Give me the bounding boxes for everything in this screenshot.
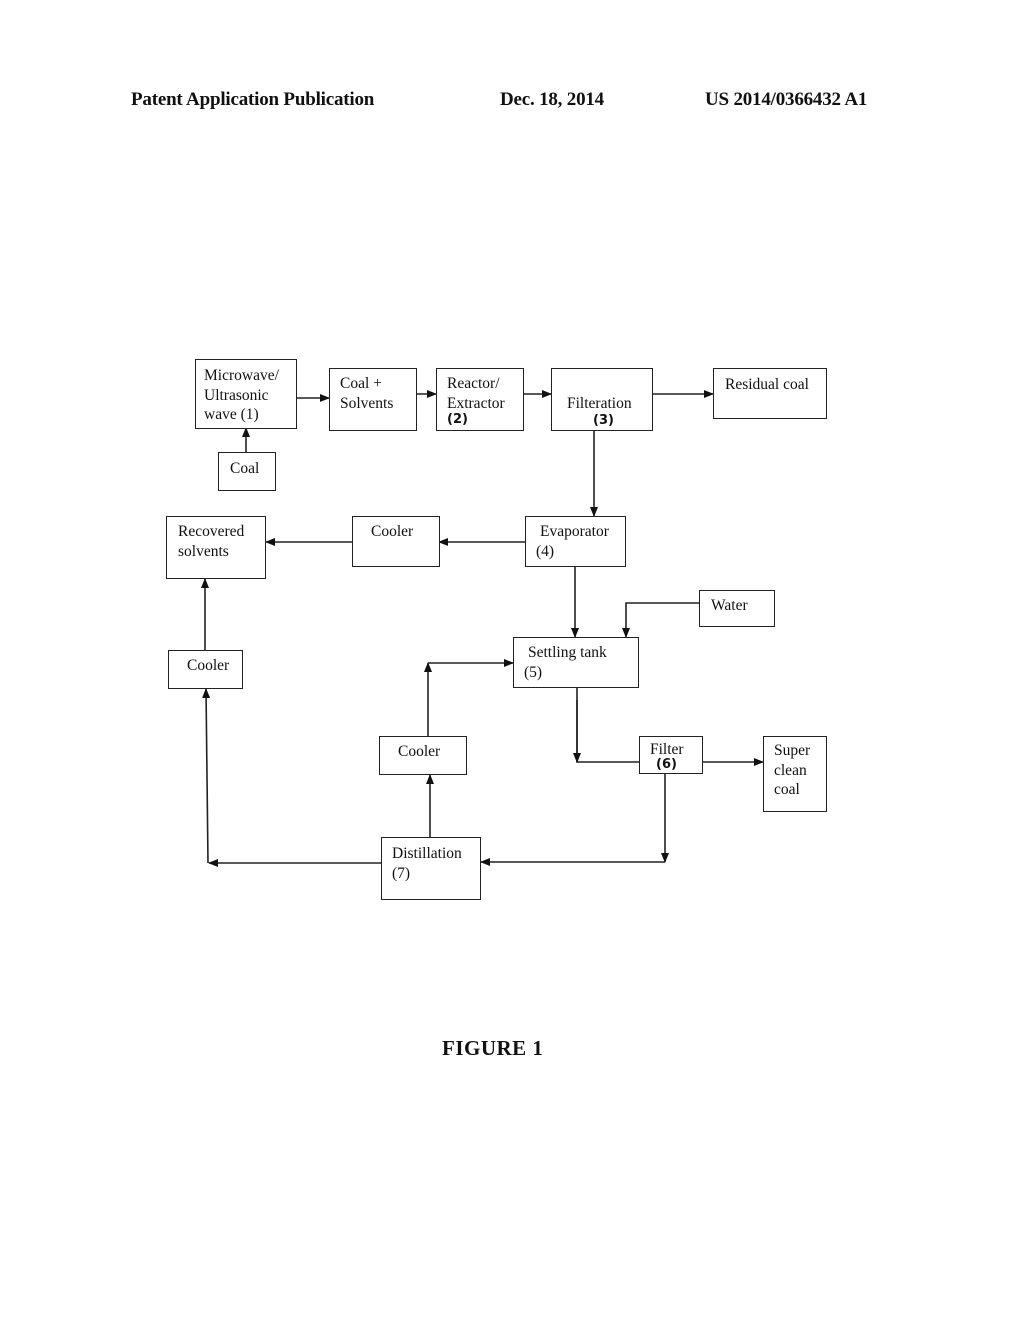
node-label: Microwave/ <box>204 367 279 384</box>
node-label: Reactor/ <box>447 375 500 392</box>
node-cooler-top: Cooler <box>352 516 440 567</box>
node-label: (4) <box>536 542 555 560</box>
node-recovered-solvents: Recovered solvents <box>166 516 266 579</box>
node-coal: Coal <box>218 452 276 491</box>
node-label: Recovered <box>178 523 245 540</box>
node-label: Evaporator <box>540 523 609 540</box>
node-label: solvents <box>178 542 229 560</box>
node-water: Water <box>699 590 775 627</box>
node-coal-solvents: Coal + Solvents <box>329 368 417 431</box>
node-label: Cooler <box>398 743 441 760</box>
node-distillation: Distillation (7) <box>381 837 481 900</box>
figure-caption: FIGURE 1 <box>442 1036 544 1060</box>
node-cooler-mid: Cooler <box>379 736 467 775</box>
node-label: Settling tank <box>528 644 607 661</box>
node-filter: Filter (6) <box>639 736 703 774</box>
node-label: Water <box>711 597 748 614</box>
node-cooler-left: Cooler <box>168 650 243 689</box>
node-number: (3) <box>593 412 614 428</box>
node-residual-coal: Residual coal <box>713 368 827 419</box>
node-label: Ultrasonic <box>204 386 269 404</box>
node-label: coal <box>774 781 800 798</box>
node-label: Super <box>774 742 811 759</box>
node-label: Cooler <box>187 657 230 674</box>
node-label: Filteration <box>567 395 632 412</box>
node-label: Filter <box>650 741 684 758</box>
node-label: clean <box>774 761 807 779</box>
node-number: (6) <box>656 757 677 772</box>
node-filteration: Filteration (3) <box>551 368 653 431</box>
node-label: (7) <box>392 864 411 882</box>
node-label: Residual coal <box>725 376 809 393</box>
node-label: Solvents <box>340 394 394 412</box>
node-label: wave (1) <box>204 406 259 423</box>
node-number: (2) <box>447 412 468 427</box>
node-settling-tank: Settling tank (5) <box>513 637 639 688</box>
node-label: Extractor <box>447 394 505 412</box>
node-label: Distillation <box>392 845 462 862</box>
arrow-to-cooler-left <box>202 688 211 864</box>
node-label: (5) <box>524 663 543 681</box>
node-label: Cooler <box>371 523 414 540</box>
flow-connectors <box>201 390 764 867</box>
arrow-water-to-settling-tank <box>622 602 699 638</box>
node-super-clean-coal: Super clean coal <box>763 736 827 812</box>
node-reactor-extractor: Reactor/ Extractor (2) <box>436 368 524 431</box>
node-label: Coal + <box>340 375 382 392</box>
node-evaporator: Evaporator (4) <box>525 516 626 567</box>
node-microwave-ultrasonic: Microwave/ Ultrasonic wave (1) <box>195 359 297 429</box>
arrow-settling-tank-to-filter <box>576 687 639 763</box>
node-label: Coal <box>230 460 260 477</box>
